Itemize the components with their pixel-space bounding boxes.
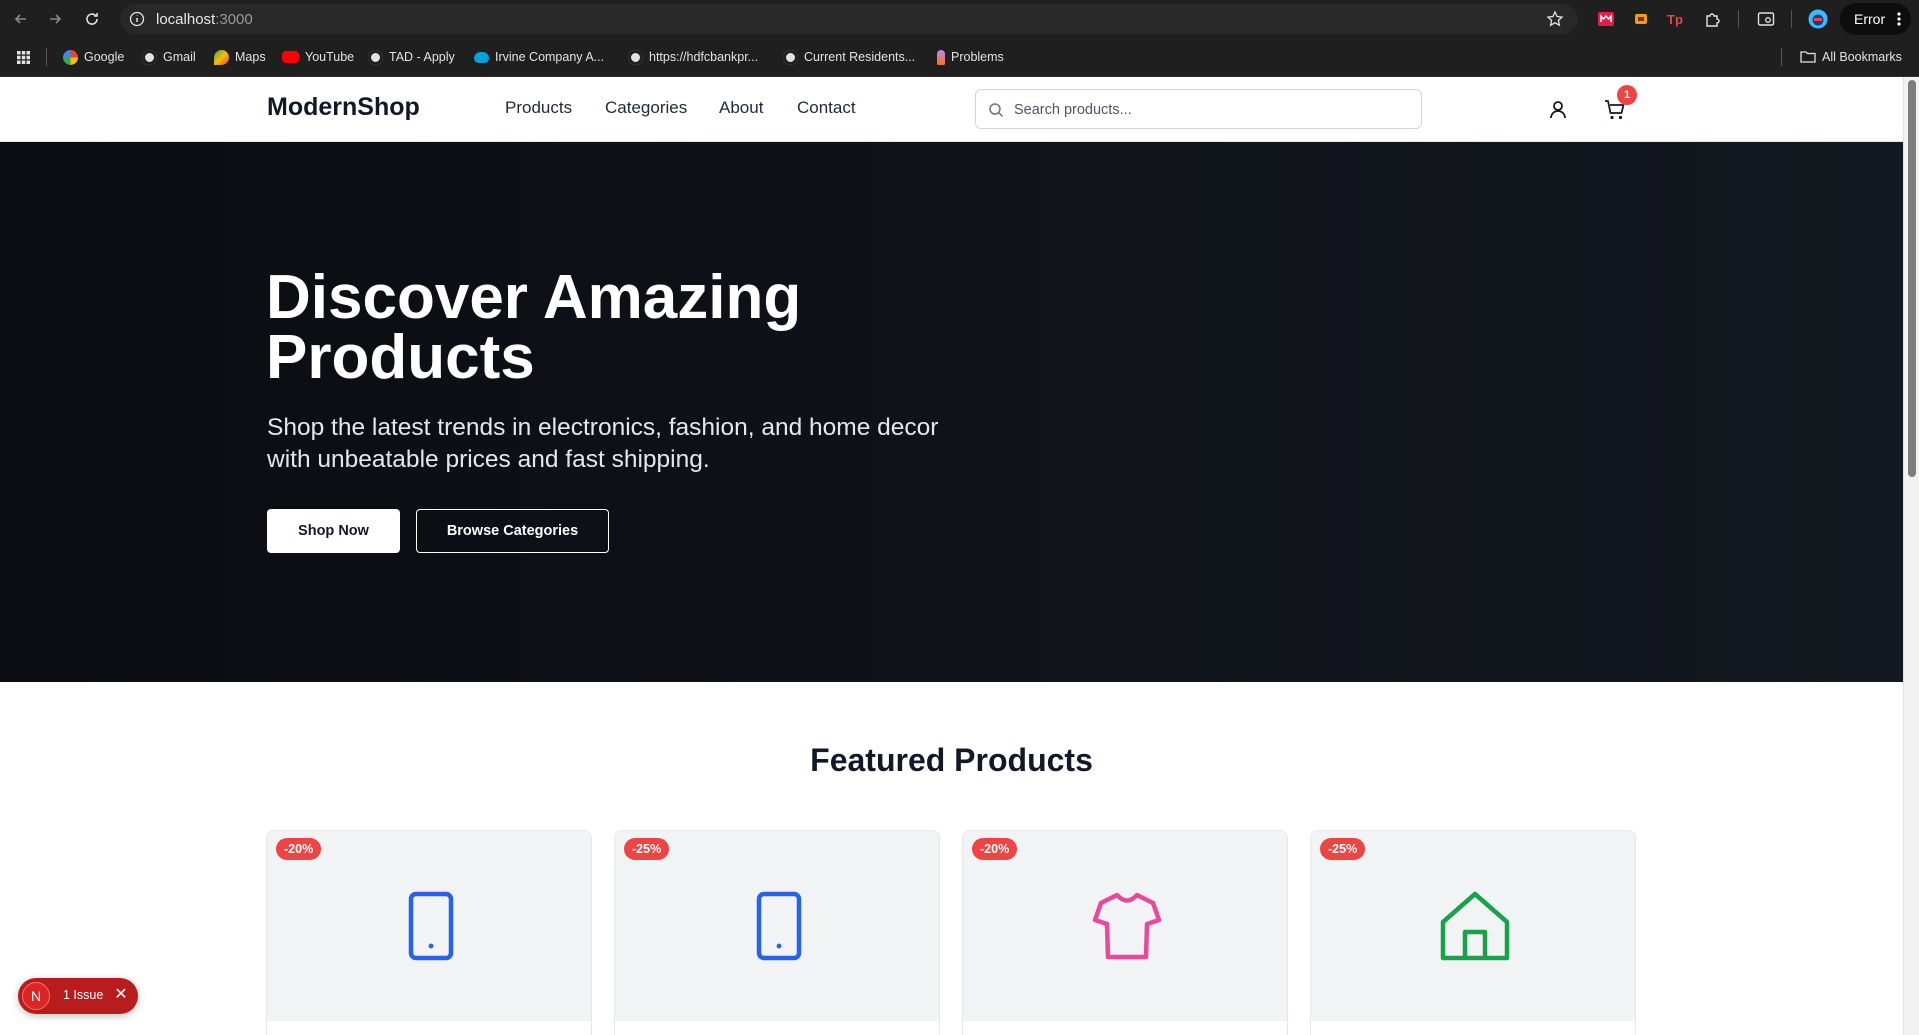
globe-icon [783, 49, 798, 65]
address-bar[interactable]: localhost:3000 [120, 4, 1578, 34]
page-scrollbar[interactable] [1903, 77, 1919, 1035]
product-card[interactable]: -25% [614, 830, 940, 1035]
bookmark-label: Current Residents... [804, 50, 916, 64]
bookmark-label: Maps [235, 50, 266, 64]
nav-categories[interactable]: Categories [605, 98, 687, 118]
all-bookmarks[interactable]: All Bookmarks [1800, 48, 1902, 66]
folder-icon [1800, 51, 1816, 63]
maps-icon [214, 49, 229, 65]
bookmark-gmail[interactable]: Gmail [142, 48, 196, 66]
product-card[interactable]: -25% [1310, 830, 1636, 1035]
rocket-icon [937, 49, 945, 65]
tablet-icon [756, 891, 802, 961]
extension-red-icon[interactable] [1595, 8, 1617, 30]
extensions-puzzle-icon[interactable] [1702, 8, 1724, 30]
hero-title: Discover Amazing Products [266, 263, 802, 392]
bookmark-irvine[interactable]: Irvine Company A... [474, 48, 604, 66]
salesforce-icon [474, 51, 489, 63]
nav-products[interactable]: Products [505, 98, 572, 118]
bookmark-problems[interactable]: Problems [937, 48, 1004, 66]
site-header: ModernShop Products Categories About Con… [0, 77, 1903, 142]
bookmark-current-residents[interactable]: Current Residents... [783, 48, 915, 66]
bookmark-label: Gmail [163, 50, 196, 64]
bookmark-label: Irvine Company A... [495, 50, 605, 64]
extension-tp-icon[interactable]: Tp [1665, 8, 1687, 30]
shop-now-button[interactable]: Shop Now [267, 509, 400, 553]
tablet-icon [408, 891, 454, 961]
bookmark-google[interactable]: Google [63, 48, 124, 66]
user-icon [1550, 101, 1566, 119]
site-logo[interactable]: ModernShop [267, 93, 420, 122]
bookmark-maps[interactable]: Maps [214, 48, 266, 66]
shirt-icon [1092, 892, 1162, 960]
hero-banner: Discover Amazing Products Shop the lates… [0, 142, 1903, 682]
forward-icon[interactable] [43, 7, 67, 31]
product-card[interactable]: -20% [266, 830, 592, 1035]
discount-badge: -25% [624, 838, 670, 860]
nextjs-logo-icon[interactable]: N [22, 982, 50, 1010]
tab-search-icon[interactable] [1755, 8, 1777, 30]
discount-badge: -25% [1320, 838, 1366, 860]
discount-badge: -20% [972, 838, 1018, 860]
globe-icon [142, 49, 157, 65]
nav-contact[interactable]: Contact [797, 98, 856, 118]
search-input[interactable] [1014, 99, 1404, 121]
featured-products-title: Featured Products [810, 742, 1093, 778]
search-box [975, 89, 1422, 129]
extension-yellow-icon[interactable] [1630, 8, 1652, 30]
discount-badge: -20% [276, 838, 322, 860]
nav-about[interactable]: About [719, 98, 763, 118]
bookmark-label: https://hdfcbankpr... [649, 50, 759, 64]
globe-icon [368, 49, 383, 65]
issue-count-label[interactable]: 1 Issue [63, 988, 103, 1002]
all-bookmarks-label: All Bookmarks [1822, 50, 1902, 64]
bookmark-star-icon[interactable] [1546, 10, 1564, 33]
search-icon [989, 103, 1004, 118]
profile-error-button[interactable]: Error [1840, 3, 1911, 35]
toolbar-divider [1791, 10, 1792, 28]
product-image: -20% [963, 831, 1287, 1021]
globe-icon [628, 49, 643, 65]
back-icon[interactable] [9, 7, 33, 31]
site-info-icon[interactable] [129, 11, 145, 32]
bookmark-youtube[interactable]: YouTube [282, 48, 354, 66]
home-icon [1440, 891, 1510, 961]
bookmark-tad-apply[interactable]: TAD - Apply [368, 48, 455, 66]
toolbar-divider [1738, 10, 1739, 28]
bookmarks-divider [1781, 48, 1782, 66]
url-text: localhost:3000 [156, 11, 253, 28]
youtube-icon [282, 51, 299, 63]
bookmark-label: Google [84, 50, 125, 64]
hero-subtitle: Shop the latest trends in electronics, f… [267, 414, 939, 473]
page-viewport: ModernShop Products Categories About Con… [0, 77, 1903, 1035]
bookmarks-divider [46, 48, 47, 66]
svg-text:Tp: Tp [1667, 12, 1683, 27]
product-card[interactable]: -20% [962, 830, 1288, 1035]
reload-icon[interactable] [80, 7, 104, 31]
product-image: -20% [267, 831, 591, 1021]
close-icon[interactable]: ✕ [112, 986, 130, 1004]
browse-categories-button[interactable]: Browse Categories [416, 509, 609, 553]
product-image: -25% [1311, 831, 1635, 1021]
browser-toolbar: localhost:3000 Tp Error [0, 0, 1919, 38]
error-label: Error [1854, 11, 1886, 27]
bookmark-label: Problems [951, 50, 1004, 64]
bookmark-label: TAD - Apply [389, 50, 455, 64]
product-image: -25% [615, 831, 939, 1021]
menu-kebab-icon[interactable] [1897, 12, 1901, 26]
google-icon [63, 49, 78, 65]
bookmark-label: YouTube [305, 50, 355, 64]
nextjs-issues-pill[interactable]: N 1 Issue ✕ [18, 978, 138, 1014]
bookmarks-bar: Google Gmail Maps YouTube TAD - Apply Ir… [0, 38, 1919, 77]
scrollbar-thumb[interactable] [1908, 80, 1916, 477]
user-account-button[interactable] [1545, 97, 1571, 123]
cart-count-badge: 1 [1617, 85, 1637, 105]
bookmark-hdfcbank[interactable]: https://hdfcbankpr... [628, 48, 758, 66]
profile-avatar-icon[interactable] [1807, 8, 1829, 30]
apps-grid-icon[interactable] [16, 48, 31, 66]
